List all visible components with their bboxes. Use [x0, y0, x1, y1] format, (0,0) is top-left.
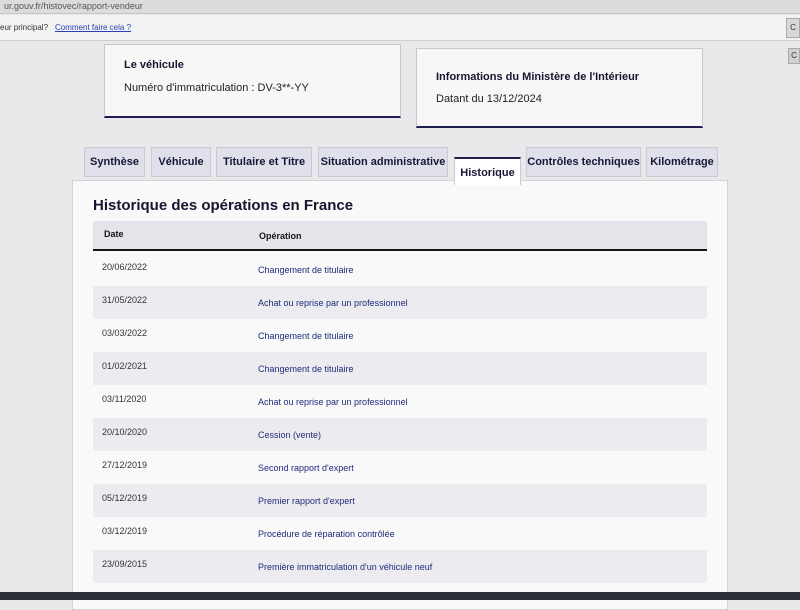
tab-historique-label: Historique [460, 167, 515, 179]
column-date-header: Date [104, 229, 124, 239]
row-date: 27/12/2019 [102, 460, 148, 470]
column-operation-header: Opération [259, 231, 302, 241]
row-date: 03/12/2019 [102, 526, 148, 536]
tab-controles-techniques[interactable]: Contrôles techniques [526, 147, 641, 177]
ministry-card-title: Informations du Ministère de l'Intérieur [436, 71, 640, 83]
history-title: Historique des opérations en France [93, 197, 354, 214]
table-row: 23/09/2015 Première immatriculation d'un… [93, 550, 707, 583]
row-operation: Second rapport d'expert [258, 463, 354, 473]
url-text: ur.gouv.fr/histovec/rapport-vendeur [4, 1, 143, 11]
table-header: Date Opération [93, 221, 707, 251]
tab-titulaire-titre[interactable]: Titulaire et Titre [216, 147, 312, 177]
table-row: 20/06/2022 Changement de titulaire [93, 253, 707, 286]
table-row: 03/03/2022 Changement de titulaire [93, 319, 707, 352]
row-operation: Cession (vente) [258, 430, 322, 440]
history-panel: Historique des opérations en France Date… [72, 180, 728, 610]
table-row: 27/12/2019 Second rapport d'expert [93, 451, 707, 484]
tab-controles-techniques-label: Contrôles techniques [527, 156, 640, 168]
row-operation: Procédure de réparation contrôlée [258, 529, 395, 539]
vehicle-card-title: Le véhicule [124, 59, 184, 71]
side-control[interactable]: C [788, 48, 800, 64]
side-button[interactable]: C [786, 18, 800, 38]
taskbar [0, 592, 800, 600]
tab-vehicule-label: Véhicule [158, 156, 204, 168]
table-row: 03/12/2019 Procédure de réparation contr… [93, 517, 707, 550]
address-bar[interactable]: ur.gouv.fr/histovec/rapport-vendeur [0, 0, 800, 14]
tab-historique[interactable]: Historique [454, 157, 521, 185]
side-control-label: C [791, 51, 797, 60]
registration-number: Numéro d'immatriculation : DV-3**-YY [124, 82, 309, 94]
row-date: 31/05/2022 [102, 295, 148, 305]
tab-kilometrage-label: Kilométrage [650, 156, 714, 168]
tab-situation-administrative-label: Situation administrative [320, 156, 446, 168]
table-row: 05/12/2019 Premier rapport d'expert [93, 484, 707, 517]
tab-kilometrage[interactable]: Kilométrage [646, 147, 718, 177]
row-date: 23/09/2015 [102, 559, 148, 569]
table-row: 20/10/2020 Cession (vente) [93, 418, 707, 451]
vehicle-card: Le véhicule Numéro d'immatriculation : D… [104, 44, 401, 118]
tab-titulaire-titre-label: Titulaire et Titre [222, 156, 306, 168]
menu-question: eur principal? [0, 23, 49, 32]
row-date: 20/06/2022 [102, 262, 148, 272]
row-date: 03/03/2022 [102, 328, 148, 338]
row-operation: Changement de titulaire [258, 331, 354, 341]
row-date: 01/02/2021 [102, 361, 148, 371]
row-operation: Achat ou reprise par un professionnel [258, 298, 408, 308]
row-date: 20/10/2020 [102, 427, 148, 437]
row-operation: Première immatriculation d'un véhicule n… [258, 562, 433, 572]
row-operation: Achat ou reprise par un professionnel [258, 397, 408, 407]
row-operation: Changement de titulaire [258, 364, 354, 374]
tab-vehicule[interactable]: Véhicule [151, 147, 211, 177]
tab-synthese-label: Synthèse [90, 156, 139, 168]
table-row: 03/11/2020 Achat ou reprise par un profe… [93, 385, 707, 418]
tab-situation-administrative[interactable]: Situation administrative [318, 147, 448, 177]
info-bar: eur principal? Comment faire cela ? C [0, 15, 800, 41]
row-operation: Changement de titulaire [258, 265, 354, 275]
tab-synthese[interactable]: Synthèse [84, 147, 145, 177]
ministry-dated: Datant du 13/12/2024 [436, 93, 542, 105]
row-date: 03/11/2020 [102, 394, 147, 404]
table-row: 01/02/2021 Changement de titulaire [93, 352, 707, 385]
row-date: 05/12/2019 [102, 493, 148, 503]
row-operation: Premier rapport d'expert [258, 496, 355, 506]
ministry-card: Informations du Ministère de l'Intérieur… [416, 48, 703, 128]
help-link[interactable]: Comment faire cela ? [55, 15, 131, 41]
table-row: 31/05/2022 Achat ou reprise par un profe… [93, 286, 707, 319]
